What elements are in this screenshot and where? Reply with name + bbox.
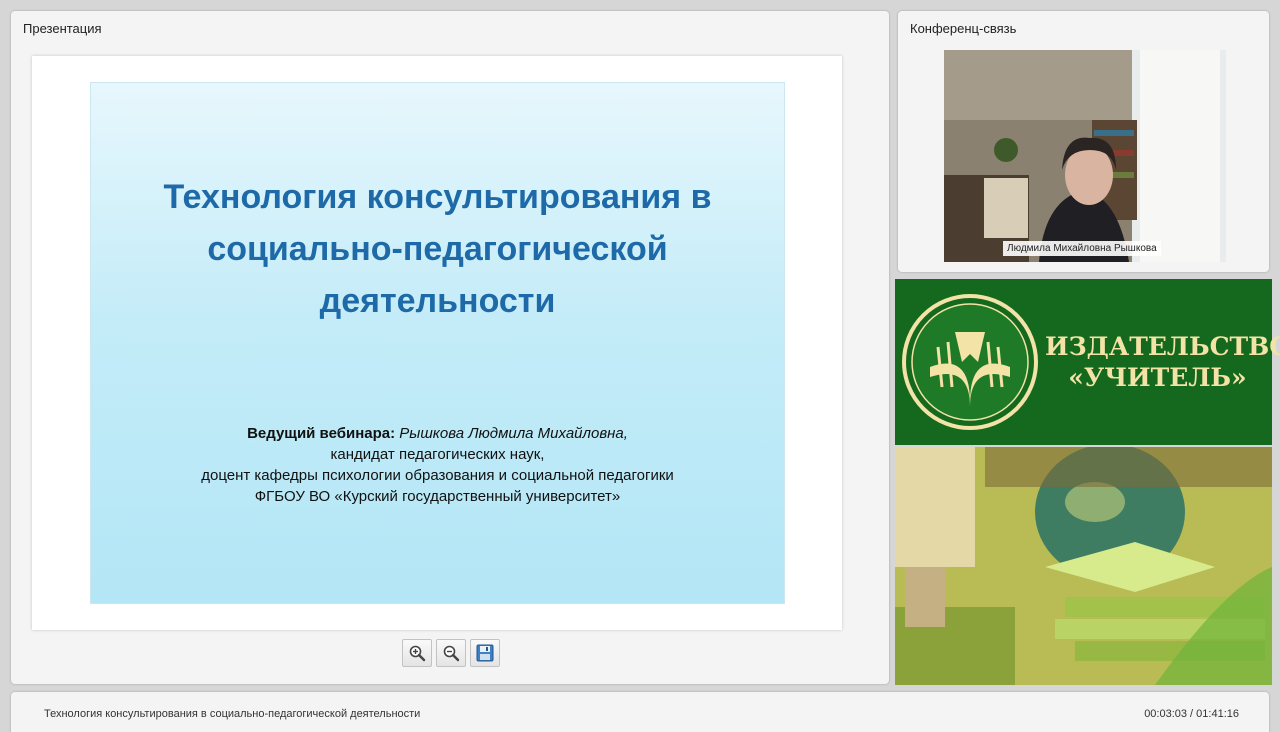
- slide-title-line: Технология консультирования в: [163, 178, 712, 216]
- slide-title-line: социально-педагогической: [207, 230, 668, 268]
- zoom-out-icon: [443, 645, 460, 662]
- video-feed[interactable]: Людмила Михайловна Рышкова: [944, 50, 1226, 262]
- presentation-panel: Презентация Технология консультирования …: [11, 11, 889, 684]
- slide-title: Технология консультирования в социально-…: [91, 171, 784, 327]
- presenter-degree: кандидат педагогических наук,: [330, 446, 545, 463]
- save-button[interactable]: [470, 639, 500, 667]
- webcam-scene: [944, 50, 1226, 262]
- publisher-line: ИЗДАТЕЛЬСТВО: [1045, 332, 1280, 361]
- presenter-name: Рышкова Людмила Михайловна,: [399, 425, 628, 442]
- presenter-university: ФГБОУ ВО «Курский государственный универ…: [254, 488, 621, 505]
- publisher-banner: ИЗДАТЕЛЬСТВО «УЧИТЕЛЬ»: [895, 279, 1280, 445]
- zoom-in-button[interactable]: [402, 639, 432, 667]
- bottom-bar: Технология консультирования в социально-…: [11, 692, 1269, 732]
- zoom-out-button[interactable]: [436, 639, 466, 667]
- publisher-logo: [902, 294, 1038, 430]
- conference-panel: Конференц-связь Людмила Михайловна Рышко…: [898, 11, 1269, 272]
- playback-time: 00:03:03 / 01:41:16: [1144, 708, 1239, 720]
- slide-presenter-info: Ведущий вебинара: Рышкова Людмила Михайл…: [91, 423, 784, 507]
- presenter-position: доцент кафедры психологии образования и …: [201, 467, 674, 484]
- slide: Технология консультирования в социально-…: [90, 82, 785, 604]
- speaker-name-label: Людмила Михайловна Рышкова: [1003, 241, 1161, 256]
- slide-title-line: деятельности: [319, 282, 556, 320]
- zoom-in-icon: [409, 645, 426, 662]
- presenter-label: Ведущий вебинара: [247, 425, 391, 442]
- presenter-line: Ведущий вебинара: Рышкова Людмила Михайл…: [247, 425, 628, 442]
- presentation-panel-title: Презентация: [23, 21, 102, 36]
- slide-frame: Технология консультирования в социально-…: [32, 56, 842, 630]
- webinar-title: Технология консультирования в социально-…: [44, 708, 421, 720]
- publisher-name: ИЗДАТЕЛЬСТВО «УЧИТЕЛЬ»: [1045, 331, 1280, 393]
- library-photo: [895, 447, 1272, 685]
- conference-panel-title: Конференц-связь: [910, 21, 1017, 36]
- books-globe-image: [895, 447, 1272, 685]
- slide-toolbar: [402, 639, 500, 667]
- save-icon: [476, 644, 494, 662]
- publisher-line: «УЧИТЕЛЬ»: [1068, 363, 1247, 392]
